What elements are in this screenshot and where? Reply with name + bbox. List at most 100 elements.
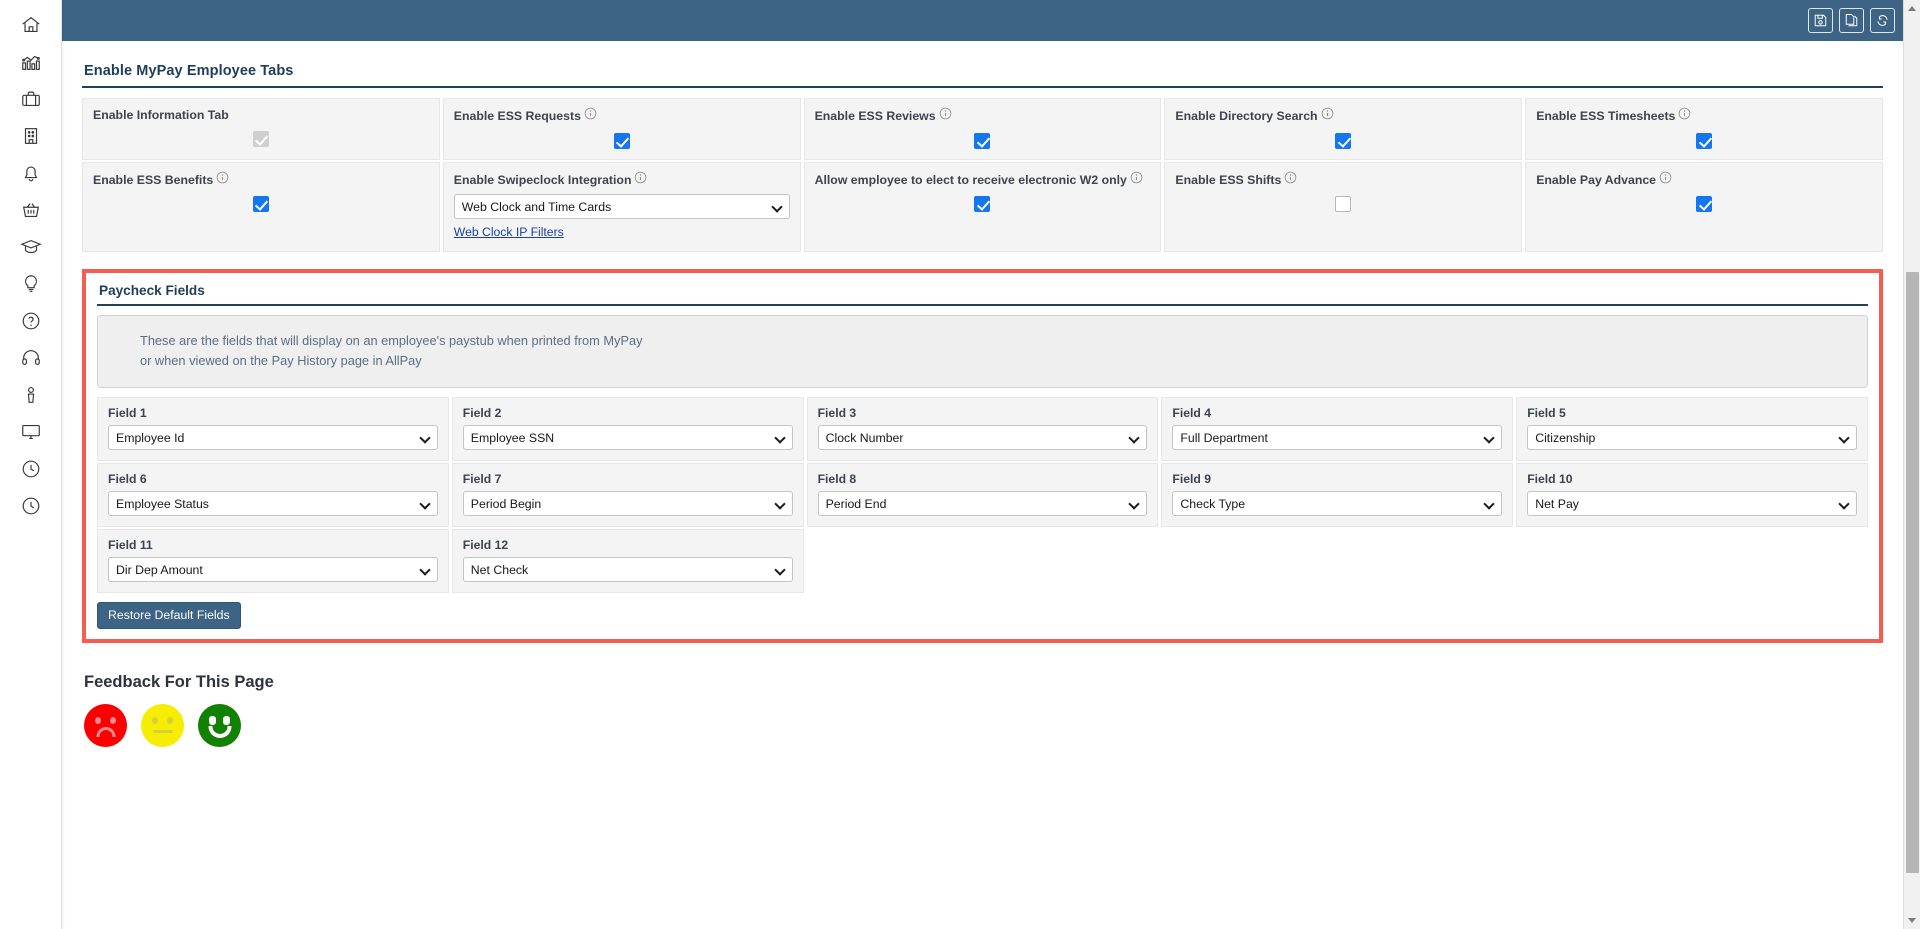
field-label: Field 10 [1527, 472, 1573, 487]
toolbar-actions [1808, 8, 1895, 33]
restore-default-fields-button[interactable]: Restore Default Fields [97, 602, 241, 630]
briefcase-icon[interactable] [11, 80, 51, 117]
checkbox-enable-ess-shifts[interactable] [1335, 196, 1352, 213]
info-icon[interactable] [939, 107, 952, 125]
copy-icon[interactable] [1839, 8, 1864, 33]
paycheck-fields-panel: Paycheck Fields These are the fields tha… [82, 269, 1883, 644]
info-icon[interactable] [634, 171, 647, 189]
clock-icon[interactable] [11, 450, 51, 487]
info-icon[interactable] [216, 171, 229, 189]
eye-left [209, 716, 216, 726]
cell-enable-pay-advance: Enable Pay Advance [1525, 161, 1883, 253]
save-icon[interactable] [1808, 8, 1833, 33]
mouth-frown [96, 727, 115, 738]
basket-icon[interactable] [11, 191, 51, 228]
field-label: Field 2 [462, 406, 502, 421]
main-column: Enable MyPay Employee Tabs Enable Inform… [62, 0, 1903, 929]
feedback-options [84, 704, 1883, 748]
note-line-2: or when viewed on the Pay History page i… [140, 353, 422, 369]
cell-enable-swipeclock-integration: Enable Swipeclock Integration Web Clock … [442, 161, 801, 253]
clock-alt-icon[interactable] [11, 487, 51, 524]
field-5-select[interactable]: Citizenship [1527, 425, 1857, 451]
eye-left [152, 717, 158, 725]
paycheck-field-4: Field 4 Full Department [1161, 397, 1514, 462]
vertical-scrollbar[interactable] [1903, 0, 1920, 929]
paycheck-divider [97, 304, 1868, 307]
cell-label: Enable ESS Shifts [1175, 172, 1282, 187]
checkbox-allow-electronic-w2[interactable] [974, 196, 991, 213]
paycheck-field-12: Field 12 Net Check [451, 529, 804, 594]
field-6-select[interactable]: Employee Status [108, 491, 438, 517]
info-icon[interactable] [1678, 107, 1691, 125]
cell-enable-ess-shifts: Enable ESS Shifts [1164, 161, 1523, 253]
enable-mypay-section: Enable MyPay Employee Tabs Enable Inform… [82, 63, 1883, 253]
checkbox-enable-pay-advance[interactable] [1696, 196, 1713, 213]
checkbox-enable-ess-benefits[interactable] [252, 196, 269, 213]
cell-enable-ess-timesheets: Enable ESS Timesheets [1525, 98, 1883, 160]
cell-control [93, 130, 429, 147]
feedback-neutral[interactable] [141, 704, 184, 748]
field-3-select[interactable]: Clock Number [817, 425, 1148, 451]
field-12-select[interactable]: Net Check [462, 557, 793, 583]
paycheck-field-10: Field 10 Net Pay [1516, 463, 1868, 528]
field-11-select[interactable]: Dir Dep Amount [108, 557, 438, 583]
headset-icon[interactable] [11, 339, 51, 376]
top-toolbar [62, 0, 1903, 41]
field-label: Field 6 [108, 472, 147, 487]
checkbox-enable-directory-search[interactable] [1335, 132, 1352, 149]
field-label: Field 8 [817, 472, 857, 487]
field-1-select[interactable]: Employee Id [108, 425, 438, 451]
app-root: Enable MyPay Employee Tabs Enable Inform… [0, 0, 1920, 929]
field-label: Field 11 [108, 538, 153, 553]
lightbulb-icon[interactable] [11, 265, 51, 302]
paycheck-field-1: Field 1 Employee Id [97, 397, 449, 462]
info-icon[interactable] [1130, 171, 1143, 189]
person-icon[interactable] [11, 376, 51, 413]
feedback-sad[interactable] [84, 704, 127, 748]
question-circle-icon[interactable] [11, 302, 51, 339]
info-icon[interactable] [1659, 171, 1672, 189]
info-icon[interactable] [584, 107, 597, 125]
field-8-select[interactable]: Period End [817, 491, 1148, 517]
field-7-select[interactable]: Period Begin [462, 491, 793, 517]
checkbox-enable-ess-timesheets[interactable] [1696, 132, 1713, 149]
field-label: Field 5 [1527, 406, 1566, 421]
scroll-down-arrow[interactable] [1904, 912, 1920, 929]
cell-label: Enable Swipeclock Integration [453, 172, 632, 187]
feedback-section: Feedback For This Page [82, 643, 1883, 748]
monitor-icon[interactable] [11, 413, 51, 450]
building-icon[interactable] [11, 117, 51, 154]
cell-enable-ess-requests: Enable ESS Requests [442, 98, 801, 160]
page-title: Enable MyPay Employee Tabs [84, 63, 294, 79]
field-4-select[interactable]: Full Department [1172, 425, 1503, 451]
info-icon[interactable] [1321, 107, 1334, 125]
note-line-1: These are the fields that will display o… [140, 333, 643, 349]
field-10-select[interactable]: Net Pay [1527, 491, 1857, 517]
eye-left [95, 717, 101, 725]
home-icon[interactable] [11, 6, 51, 43]
info-icon[interactable] [1284, 171, 1297, 189]
cell-label: Enable Information Tab [93, 108, 229, 122]
cell-enable-information-tab: Enable Information Tab [82, 98, 440, 160]
analytics-icon[interactable] [11, 43, 51, 80]
refresh-icon[interactable] [1870, 8, 1895, 33]
scroll-up-arrow[interactable] [1904, 0, 1920, 17]
field-9-select[interactable]: Check Type [1172, 491, 1503, 517]
feedback-happy[interactable] [198, 704, 241, 748]
paycheck-field-11: Field 11 Dir Dep Amount [97, 529, 449, 594]
checkbox-enable-ess-reviews[interactable] [974, 132, 991, 149]
swipeclock-integration-select[interactable]: Web Clock and Time Cards [453, 194, 790, 220]
scrollbar-thumb[interactable] [1906, 272, 1919, 873]
checkbox-enable-ess-requests[interactable] [613, 132, 630, 149]
mouth-flat [153, 730, 172, 734]
field-2-select[interactable]: Employee SSN [462, 425, 793, 451]
cell-enable-ess-benefits: Enable ESS Benefits [82, 161, 440, 253]
paycheck-field-8: Field 8 Period End [806, 463, 1159, 528]
paycheck-field-2: Field 2 Employee SSN [451, 397, 804, 462]
field-label: Field 3 [817, 406, 857, 421]
web-clock-ip-filters-link[interactable]: Web Clock IP Filters [454, 225, 564, 239]
bell-icon[interactable] [11, 154, 51, 191]
eye-right [167, 717, 173, 725]
field-label: Field 4 [1172, 406, 1211, 421]
graduation-cap-icon[interactable] [11, 228, 51, 265]
